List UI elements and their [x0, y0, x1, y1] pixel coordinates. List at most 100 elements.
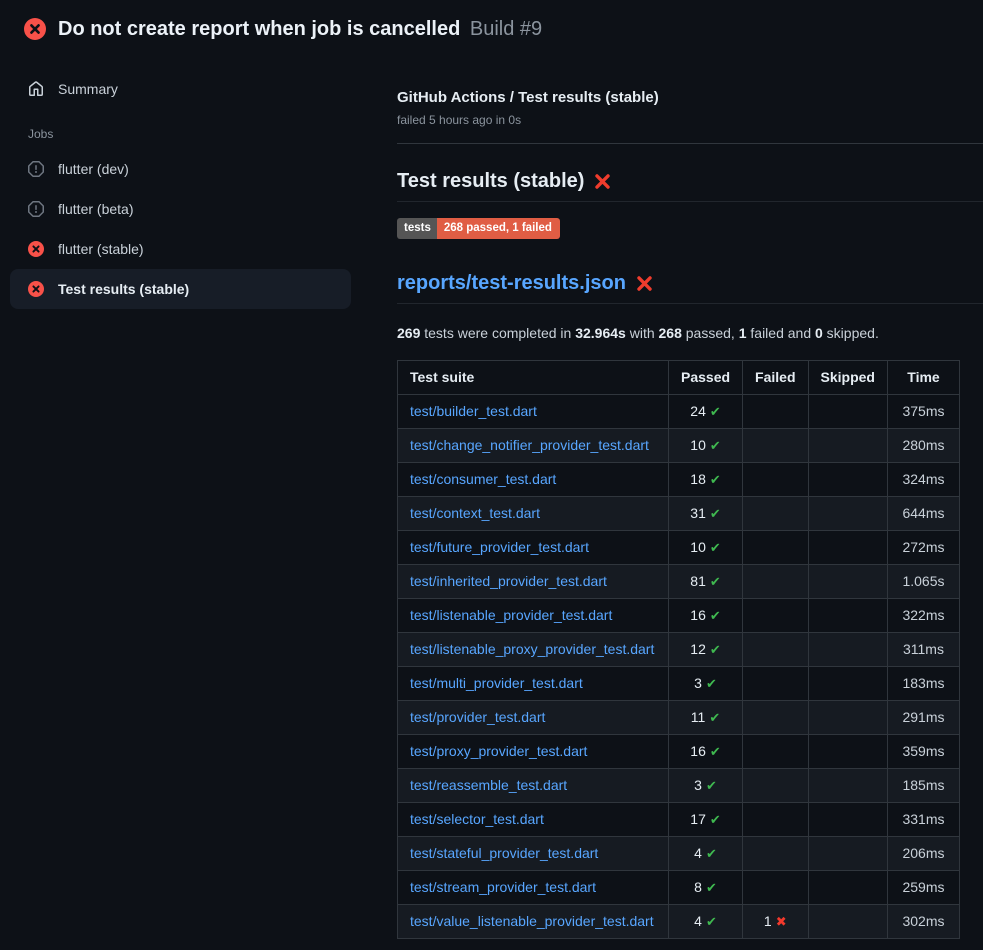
- sidebar-item-job[interactable]: flutter (stable): [10, 229, 351, 269]
- passed-cell: 24✔: [669, 394, 743, 428]
- passed-cell: 16✔: [669, 734, 743, 768]
- table-row: test/stateful_provider_test.dart4✔206ms: [398, 836, 960, 870]
- table-row: test/multi_provider_test.dart 3✔ 183ms: [398, 666, 960, 700]
- sidebar-item-label: Test results (stable): [58, 281, 189, 297]
- suite-link[interactable]: test/change_notifier_provider_test.dart: [410, 437, 649, 453]
- sidebar-item-label: Summary: [58, 81, 118, 97]
- time-cell: 259ms: [887, 870, 959, 904]
- failed-cell: [743, 394, 808, 428]
- passed-cell: 81✔: [669, 564, 743, 598]
- failed-cell: [743, 666, 808, 700]
- suite-link[interactable]: test/listenable_proxy_provider_test.dart: [410, 641, 654, 657]
- time-cell: 185ms: [887, 768, 959, 802]
- column-header: Time: [887, 360, 959, 394]
- skipped-cell: [808, 564, 887, 598]
- suite-link[interactable]: test/inherited_provider_test.dart: [410, 573, 607, 589]
- check-icon: ✔: [706, 846, 717, 861]
- skipped-cell: [808, 870, 887, 904]
- suite-link[interactable]: test/stream_provider_test.dart: [410, 879, 596, 895]
- stop-icon: [28, 201, 44, 217]
- check-icon: ✔: [710, 812, 721, 827]
- suite-link[interactable]: test/context_test.dart: [410, 505, 540, 521]
- page-header: Do not create report when job is cancell…: [0, 0, 983, 53]
- time-cell: 331ms: [887, 802, 959, 836]
- passed-cell: 12✔: [669, 632, 743, 666]
- time-cell: 311ms: [887, 632, 959, 666]
- x-circle-icon: [28, 241, 44, 257]
- sidebar-item-job[interactable]: flutter (dev): [10, 149, 351, 189]
- check-icon: ✔: [706, 914, 717, 929]
- skipped-cell: [808, 530, 887, 564]
- sidebar: Summary Jobs flutter (dev)flutter (beta)…: [0, 53, 397, 309]
- time-cell: 324ms: [887, 462, 959, 496]
- build-number: Build #9: [470, 18, 542, 40]
- check-icon: ✔: [710, 506, 721, 521]
- check-icon: ✔: [710, 540, 721, 555]
- summary-segment: 1: [739, 325, 747, 341]
- suite-link[interactable]: test/proxy_provider_test.dart: [410, 743, 587, 759]
- column-header: Passed: [669, 360, 743, 394]
- report-title-row: reports/test-results.json: [397, 272, 983, 304]
- time-cell: 183ms: [887, 666, 959, 700]
- table-row: test/future_provider_test.dart10✔272ms: [398, 530, 960, 564]
- suite-link[interactable]: test/consumer_test.dart: [410, 471, 556, 487]
- suite-link[interactable]: test/multi_provider_test.dart: [410, 675, 583, 691]
- summary-segment: skipped.: [823, 325, 879, 341]
- summary-segment: passed,: [682, 325, 739, 341]
- skipped-cell: [808, 462, 887, 496]
- report-link[interactable]: reports/test-results.json: [397, 272, 626, 295]
- check-icon: ✔: [706, 778, 717, 793]
- failed-cell: [743, 496, 808, 530]
- suite-cell: test/context_test.dart: [398, 496, 669, 530]
- suite-link[interactable]: test/stateful_provider_test.dart: [410, 845, 598, 861]
- sidebar-item-summary[interactable]: Summary: [10, 69, 351, 109]
- passed-cell: 16✔: [669, 598, 743, 632]
- suite-link[interactable]: test/selector_test.dart: [410, 811, 544, 827]
- tests-badge: tests 268 passed, 1 failed: [397, 218, 560, 239]
- x-mark-icon: [594, 173, 611, 190]
- status-line: failed 5 hours ago in 0s: [397, 113, 983, 127]
- table-row: test/stream_provider_test.dart 8✔ 259ms: [398, 870, 960, 904]
- x-circle-icon: [28, 281, 44, 297]
- x-mark-icon: [636, 275, 653, 292]
- suite-link[interactable]: test/provider_test.dart: [410, 709, 545, 725]
- suite-link[interactable]: test/listenable_provider_test.dart: [410, 607, 612, 623]
- table-row: test/builder_test.dart 24✔ 375ms: [398, 394, 960, 428]
- failed-cell: 1✖: [743, 904, 808, 938]
- check-icon: ✔: [709, 710, 720, 725]
- suite-cell: test/listenable_provider_test.dart: [398, 598, 669, 632]
- sidebar-item-job[interactable]: flutter (beta): [10, 189, 351, 229]
- passed-cell: 31✔: [669, 496, 743, 530]
- time-cell: 1.065s: [887, 564, 959, 598]
- skipped-cell: [808, 904, 887, 938]
- failed-cell: [743, 700, 808, 734]
- passed-cell: 3✔: [669, 666, 743, 700]
- passed-cell: 4✔: [669, 836, 743, 870]
- skipped-cell: [808, 768, 887, 802]
- sidebar-item-label: flutter (beta): [58, 201, 133, 217]
- table-row: test/listenable_proxy_provider_test.dart…: [398, 632, 960, 666]
- skipped-cell: [808, 734, 887, 768]
- suite-link[interactable]: test/future_provider_test.dart: [410, 539, 589, 555]
- failed-cell: [743, 836, 808, 870]
- skipped-cell: [808, 394, 887, 428]
- time-cell: 375ms: [887, 394, 959, 428]
- failed-cell: [743, 462, 808, 496]
- time-cell: 302ms: [887, 904, 959, 938]
- passed-cell: 10✔: [669, 530, 743, 564]
- suite-cell: test/listenable_proxy_provider_test.dart: [398, 632, 669, 666]
- time-cell: 359ms: [887, 734, 959, 768]
- summary-line: 269 tests were completed in 32.964s with…: [397, 325, 983, 341]
- failed-cell: [743, 870, 808, 904]
- suite-link[interactable]: test/builder_test.dart: [410, 403, 537, 419]
- check-icon: ✔: [710, 574, 721, 589]
- skipped-cell: [808, 632, 887, 666]
- suite-link[interactable]: test/reassemble_test.dart: [410, 777, 567, 793]
- suite-link[interactable]: test/value_listenable_provider_test.dart: [410, 913, 654, 929]
- skipped-cell: [808, 802, 887, 836]
- job-list: flutter (dev) flutter (beta) flutter (stab…: [10, 149, 351, 309]
- failed-cell: [743, 632, 808, 666]
- suite-cell: test/change_notifier_provider_test.dart: [398, 428, 669, 462]
- sidebar-item-job[interactable]: Test results (stable): [10, 269, 351, 309]
- passed-cell: 8✔: [669, 870, 743, 904]
